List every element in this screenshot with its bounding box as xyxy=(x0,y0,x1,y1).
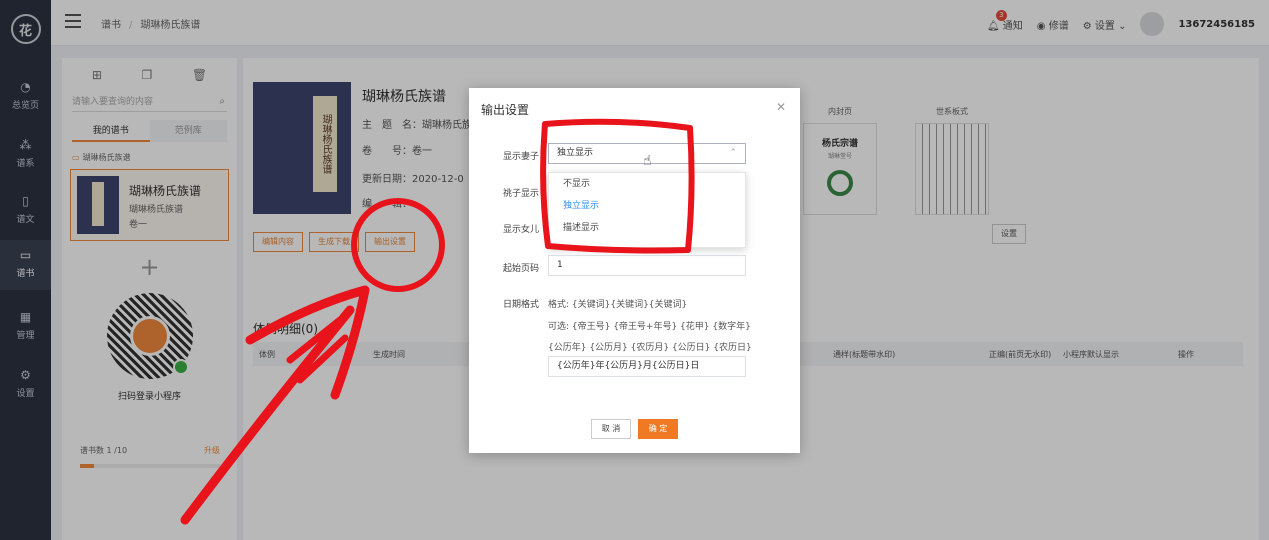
option-hide[interactable]: 不显示 xyxy=(549,173,745,195)
start-page-label: 起始页码 xyxy=(503,264,540,274)
spouse-label: 显示妻子 xyxy=(503,152,540,162)
adopted-label: 祧子显示 xyxy=(503,189,540,199)
optional-hint-2: {公历年} {公历月} {农历月} {公历日} {农历日} xyxy=(548,343,752,353)
hand-cursor-icon: ☝︎ xyxy=(643,153,652,169)
confirm-button[interactable]: 确 定 xyxy=(638,419,678,439)
chevron-up-icon: ⌃ xyxy=(729,148,737,158)
daughter-label: 显示女儿 xyxy=(503,225,540,235)
optional-hint-1: 可选: {帝王号} {帝王号+年号} {花甲} {数字年} xyxy=(548,322,751,332)
option-standalone[interactable]: 独立显示 xyxy=(549,195,745,217)
dialog-title: 输出设置 xyxy=(481,103,530,117)
close-icon[interactable]: ✕ xyxy=(776,100,786,114)
start-page-input[interactable]: 1 xyxy=(548,255,746,276)
option-describe[interactable]: 描述显示 xyxy=(549,217,745,239)
format-hint: 格式: {关键词}{关键词}{关键词} xyxy=(548,300,688,310)
select-value: 独立显示 xyxy=(557,148,594,158)
output-settings-dialog: 输出设置 ✕ 显示妻子 独立显示 ⌃ 祧子显示 显示女儿 不显示 独立显示 描述… xyxy=(469,88,800,453)
cancel-button[interactable]: 取 消 xyxy=(591,419,631,439)
date-format-label: 日期格式 xyxy=(503,300,540,310)
date-format-input[interactable]: {公历年}年{公历月}月{公历日}日 xyxy=(548,356,746,377)
spouse-display-dropdown: 不显示 独立显示 描述显示 xyxy=(548,172,746,248)
